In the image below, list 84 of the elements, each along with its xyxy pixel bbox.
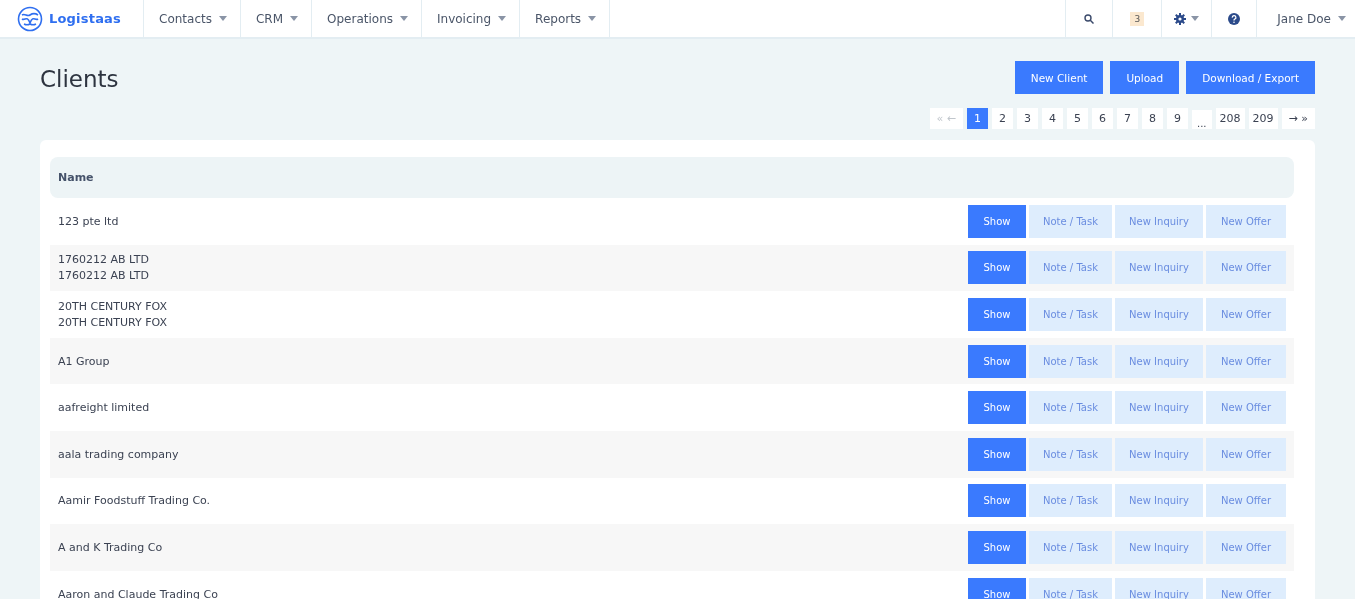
nav-menu-item[interactable]: Invoicing xyxy=(422,0,521,37)
row-action-button[interactable]: Note / Task xyxy=(1029,344,1112,378)
client-name: 123 pte ltd xyxy=(58,214,120,228)
logo-icon xyxy=(17,5,43,32)
row-action-button[interactable]: New Offer xyxy=(1206,298,1286,331)
row-action-button[interactable]: New Offer xyxy=(1206,437,1286,471)
action-button[interactable]: Download / Export xyxy=(1186,61,1315,94)
row-action-button[interactable]: Note / Task xyxy=(1029,484,1112,518)
client-name: 1760212 AB LTD xyxy=(58,269,150,283)
action-button[interactable]: Upload xyxy=(1110,61,1180,94)
show-button[interactable]: Show xyxy=(968,484,1026,518)
nav-menu-item[interactable]: Contacts xyxy=(144,0,241,37)
client-name: aafreight limited xyxy=(58,401,151,415)
settings-icon[interactable] xyxy=(1174,12,1187,25)
row-action-button[interactable]: New Inquiry xyxy=(1115,251,1203,285)
client-name: 1760212 AB LTD xyxy=(58,253,150,267)
column-header: Name xyxy=(58,171,94,184)
page-button[interactable]: 4 xyxy=(1042,108,1063,129)
row-action-button[interactable]: New Offer xyxy=(1206,484,1286,518)
client-name: Aamir Foodstuff Trading Co. xyxy=(58,494,212,508)
page-button[interactable]: 1 xyxy=(967,108,988,129)
caret-icon xyxy=(1338,16,1346,21)
caret-icon xyxy=(218,16,227,21)
row-action-button[interactable]: New Offer xyxy=(1206,251,1286,285)
page-button[interactable]: 9 xyxy=(1167,108,1188,129)
client-name: A1 Group xyxy=(58,354,111,368)
show-button[interactable]: Show xyxy=(968,530,1026,564)
help-icon[interactable] xyxy=(1228,12,1241,25)
next-page-button[interactable]: → » xyxy=(1281,108,1315,129)
page-button[interactable]: 209 xyxy=(1248,108,1278,129)
brand-name: Logistaas xyxy=(49,11,121,26)
show-button[interactable]: Show xyxy=(968,298,1026,331)
caret-icon xyxy=(400,16,408,21)
row-action-button[interactable]: New Inquiry xyxy=(1115,577,1203,599)
row-action-button[interactable]: New Inquiry xyxy=(1115,391,1203,425)
row-action-button[interactable]: New Offer xyxy=(1206,530,1286,564)
row-action-button[interactable]: New Inquiry xyxy=(1115,344,1203,378)
row-action-button[interactable]: New Inquiry xyxy=(1115,484,1203,518)
caret-icon xyxy=(588,16,597,21)
show-button[interactable]: Show xyxy=(968,344,1026,378)
row-action-button[interactable]: Note / Task xyxy=(1029,204,1112,238)
row-action-button[interactable]: Note / Task xyxy=(1029,437,1112,471)
row-action-button[interactable]: New Inquiry xyxy=(1115,298,1203,331)
row-action-button[interactable]: Note / Task xyxy=(1029,391,1112,425)
page-button[interactable]: 3 xyxy=(1017,108,1038,129)
row-action-button[interactable]: New Offer xyxy=(1206,204,1286,238)
row-action-button[interactable]: New Inquiry xyxy=(1115,437,1203,471)
row-action-button[interactable]: Note / Task xyxy=(1029,577,1112,599)
show-button[interactable]: Show xyxy=(968,437,1026,471)
row-action-button[interactable]: Note / Task xyxy=(1029,251,1112,285)
notification-badge[interactable]: 3 xyxy=(1130,11,1145,26)
row-action-button[interactable]: New Offer xyxy=(1206,391,1286,425)
nav-menu-item[interactable]: Operations xyxy=(312,0,422,37)
client-name: 20TH CENTURY FOX xyxy=(58,316,169,329)
caret-icon xyxy=(498,16,507,21)
row-action-button[interactable]: New Offer xyxy=(1206,577,1286,599)
page-button[interactable]: 7 xyxy=(1117,108,1138,129)
action-button[interactable]: New Client xyxy=(1014,61,1104,94)
pagination-ellipsis: ... xyxy=(1192,110,1212,129)
show-button[interactable]: Show xyxy=(968,391,1026,425)
row-action-button[interactable]: New Inquiry xyxy=(1115,530,1203,564)
show-button[interactable]: Show xyxy=(968,577,1026,599)
page-button[interactable]: 2 xyxy=(992,108,1013,129)
row-action-button[interactable]: New Offer xyxy=(1206,344,1286,378)
search-icon[interactable] xyxy=(1084,13,1095,24)
row-action-button[interactable]: Note / Task xyxy=(1029,298,1112,331)
client-name: A and K Trading Co xyxy=(58,540,164,554)
page-button[interactable]: 6 xyxy=(1092,108,1113,129)
user-menu[interactable]: Jane Doe xyxy=(1256,0,1355,37)
nav-menu-item[interactable]: Reports xyxy=(520,0,611,37)
caret-icon xyxy=(1191,16,1200,21)
client-name: aala trading company xyxy=(58,447,180,461)
page-button[interactable]: 5 xyxy=(1067,108,1088,129)
page-title: Clients xyxy=(40,66,119,92)
show-button[interactable]: Show xyxy=(968,251,1026,285)
page-button[interactable]: 208 xyxy=(1215,108,1245,129)
nav-menu-item[interactable]: CRM xyxy=(240,0,313,37)
page-button[interactable]: 8 xyxy=(1142,108,1163,129)
client-name: Aaron and Claude Trading Co xyxy=(58,587,219,599)
caret-icon xyxy=(290,16,299,21)
client-name: 20TH CENTURY FOX xyxy=(58,300,169,313)
row-action-button[interactable]: Note / Task xyxy=(1029,530,1112,564)
show-button[interactable]: Show xyxy=(968,204,1026,238)
row-action-button[interactable]: New Inquiry xyxy=(1115,204,1203,238)
